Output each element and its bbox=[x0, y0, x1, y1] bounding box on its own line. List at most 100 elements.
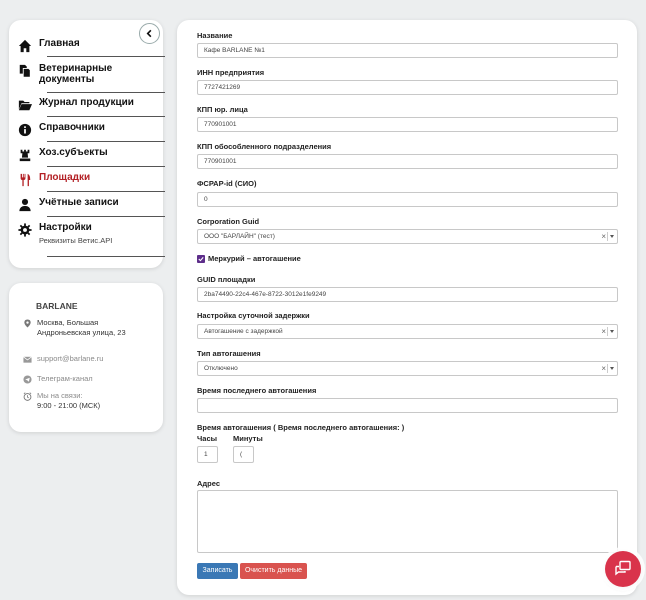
check-icon bbox=[198, 256, 204, 261]
mercury-auto-checkbox-row[interactable]: Меркурий – автогашение bbox=[197, 254, 301, 263]
info-icon bbox=[17, 122, 33, 138]
envelope-icon bbox=[23, 356, 32, 363]
nav-item-label: Журнал продукции bbox=[39, 97, 134, 108]
home-icon bbox=[17, 38, 33, 54]
company-name: BARLANE bbox=[36, 301, 78, 311]
hours-text: Мы на связи: 9:00 - 21:00 (МСК) bbox=[37, 391, 100, 410]
nav-item-settings[interactable]: Настройки Реквизиты Ветис.API bbox=[17, 222, 157, 246]
alarm-clock-icon bbox=[23, 392, 32, 401]
contact-telegram[interactable]: Телеграм-канал bbox=[23, 374, 93, 384]
telegram-link[interactable]: Телеграм-канал bbox=[37, 374, 93, 384]
name-label: Название bbox=[197, 31, 233, 40]
kpp-branch-field[interactable]: 770901001 bbox=[197, 154, 618, 169]
address-textarea[interactable] bbox=[197, 490, 618, 553]
nav-item-label: Учётные записи bbox=[39, 197, 119, 208]
address-label: Адрес bbox=[197, 479, 221, 488]
sidebar-nav: Главная Ветеринарные документы Журнал пр… bbox=[9, 20, 165, 268]
kpp-field[interactable]: 770901001 bbox=[197, 117, 618, 132]
mercury-auto-label: Меркурий – автогашение bbox=[208, 254, 301, 263]
corp-guid-label: Corporation Guid bbox=[197, 217, 260, 226]
nav-item-label: Хоз.субъекты bbox=[39, 147, 108, 158]
nav-item-accounts[interactable]: Учётные записи bbox=[17, 197, 157, 213]
corp-guid-select[interactable]: ООО "БАРЛАЙН" (тест) × bbox=[197, 229, 618, 244]
nav-item-label: Площадки bbox=[39, 172, 91, 183]
kpp-label: КПП юр. лица bbox=[197, 105, 248, 114]
fsrar-label: ФСРАР-id (СИО) bbox=[197, 179, 257, 188]
daily-delay-select[interactable]: Автогашение с задержкой × bbox=[197, 324, 618, 339]
select-divider bbox=[607, 327, 608, 336]
nav-item-home[interactable]: Главная bbox=[17, 38, 157, 54]
chevron-down-icon[interactable] bbox=[610, 367, 614, 370]
hours-label: Часы bbox=[197, 434, 218, 443]
save-button[interactable]: Записать bbox=[197, 563, 238, 579]
site-form: Название Кафе BARLANE №1 ИНН предприятия… bbox=[177, 20, 637, 595]
auto-type-select[interactable]: Отключено × bbox=[197, 361, 618, 376]
mercury-auto-checkbox[interactable] bbox=[197, 254, 205, 263]
nav-item-label-text: Настройки bbox=[39, 222, 92, 233]
nav-item-product-journal[interactable]: Журнал продукции bbox=[17, 97, 157, 113]
nav-item-vet-documents[interactable]: Ветеринарные документы bbox=[17, 63, 157, 85]
select-divider bbox=[607, 364, 608, 373]
auto-type-value: Отключено bbox=[204, 365, 238, 372]
utensils-icon bbox=[17, 172, 33, 188]
nav-item-sites[interactable]: Площадки bbox=[17, 172, 157, 188]
divider bbox=[47, 191, 165, 192]
hours-input[interactable]: 1 bbox=[197, 446, 218, 463]
gear-icon bbox=[17, 222, 33, 238]
hours-value: 9:00 - 21:00 (МСК) bbox=[37, 400, 101, 410]
nav-item-label: Настройки Реквизиты Ветис.API bbox=[39, 222, 112, 246]
inn-field[interactable]: 7727421269 bbox=[197, 80, 618, 95]
fsrar-field[interactable]: 0 bbox=[197, 192, 618, 207]
daily-delay-value: Автогашение с задержкой bbox=[204, 328, 283, 335]
divider bbox=[47, 92, 165, 93]
nav-item-label: Справочники bbox=[39, 122, 105, 133]
kpp-branch-label: КПП обособленного подразделения bbox=[197, 142, 332, 151]
contact-hours: Мы на связи: 9:00 - 21:00 (МСК) bbox=[23, 391, 100, 410]
daily-delay-label: Настройка суточной задержки bbox=[197, 311, 310, 320]
chevron-down-icon[interactable] bbox=[610, 235, 614, 238]
contact-address: Москва, Большая Андроньевская улица, 23 bbox=[23, 318, 142, 337]
collapse-sidebar-button[interactable] bbox=[139, 23, 160, 44]
chess-rook-icon bbox=[17, 147, 33, 163]
auto-type-label: Тип автогашения bbox=[197, 349, 261, 358]
divider bbox=[47, 141, 165, 142]
nav-item-references[interactable]: Справочники bbox=[17, 122, 157, 138]
telegram-icon bbox=[23, 375, 32, 384]
nav-item-economic-entities[interactable]: Хоз.субъекты bbox=[17, 147, 157, 163]
map-pin-icon bbox=[24, 319, 31, 328]
divider bbox=[47, 166, 165, 167]
select-divider bbox=[607, 232, 608, 241]
nav-item-sublabel: Реквизиты Ветис.API bbox=[39, 236, 113, 245]
contact-email[interactable]: support@barlane.ru bbox=[23, 354, 103, 364]
folder-open-icon bbox=[17, 97, 33, 113]
email-link[interactable]: support@barlane.ru bbox=[37, 354, 103, 364]
name-field[interactable]: Кафе BARLANE №1 bbox=[197, 43, 618, 58]
divider bbox=[47, 256, 165, 257]
last-auto-label: Время последнего автогашения bbox=[197, 386, 317, 395]
last-auto-field[interactable] bbox=[197, 398, 618, 413]
hours-label: Мы на связи: bbox=[37, 391, 83, 400]
divider bbox=[47, 216, 165, 217]
minutes-label: Минуты bbox=[233, 434, 263, 443]
documents-icon bbox=[17, 63, 33, 79]
clear-data-button[interactable]: Очистить данные bbox=[240, 563, 307, 579]
chevron-down-icon[interactable] bbox=[610, 330, 614, 333]
help-chat-button[interactable] bbox=[605, 551, 641, 587]
divider bbox=[47, 116, 165, 117]
address-text: Москва, Большая Андроньевская улица, 23 bbox=[37, 318, 126, 337]
minutes-input[interactable]: ( bbox=[233, 446, 254, 463]
clear-selection-icon[interactable]: × bbox=[601, 362, 606, 375]
clear-selection-icon[interactable]: × bbox=[601, 325, 606, 338]
contacts-card: BARLANE Москва, Большая Андроньевская ул… bbox=[9, 283, 163, 432]
clear-selection-icon[interactable]: × bbox=[601, 230, 606, 243]
site-guid-field[interactable]: 2ba74490-22c4-467e-8722-3012e1fe9249 bbox=[197, 287, 618, 302]
corp-guid-value: ООО "БАРЛАЙН" (тест) bbox=[204, 233, 275, 240]
chat-help-icon bbox=[615, 560, 631, 576]
chevron-left-icon bbox=[146, 29, 152, 38]
nav-item-label: Главная bbox=[39, 38, 80, 49]
site-guid-label: GUID площадки bbox=[197, 275, 256, 284]
auto-time-label: Время автогашения ( Время последнего авт… bbox=[197, 423, 405, 432]
user-icon bbox=[17, 197, 33, 213]
nav-item-label: Ветеринарные документы bbox=[39, 63, 113, 85]
divider bbox=[47, 56, 165, 57]
